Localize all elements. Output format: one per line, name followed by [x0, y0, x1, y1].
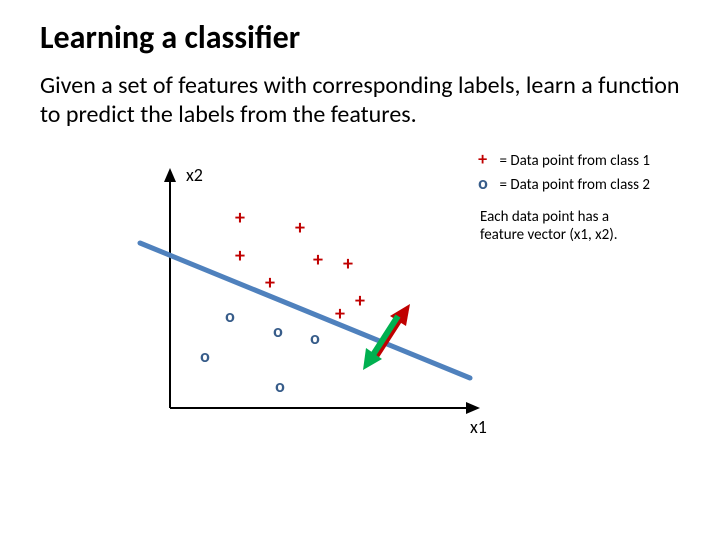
- point-class1: +: [355, 289, 365, 313]
- point-class1: +: [335, 302, 345, 326]
- legend-row-class1: + = Data point from class 1: [478, 148, 650, 170]
- point-class2: o: [310, 327, 320, 349]
- point-class1: +: [235, 244, 245, 268]
- x-axis-label: x1: [470, 416, 487, 438]
- plus-icon: +: [478, 148, 496, 170]
- point-class1: +: [295, 216, 305, 240]
- point-class1: +: [343, 252, 353, 276]
- slide-title: Learning a classifier: [40, 18, 680, 57]
- point-class1: +: [265, 271, 275, 295]
- point-class2: o: [225, 305, 235, 327]
- point-class1: +: [235, 206, 245, 230]
- slide-body: Given a set of features with correspondi…: [40, 71, 680, 130]
- legend-text-class2: = Data point from class 2: [500, 176, 651, 194]
- point-class1: +: [313, 248, 323, 272]
- feature-vector-note: Each data point has a feature vector (x1…: [480, 208, 650, 244]
- point-class2: o: [273, 320, 283, 342]
- legend: + = Data point from class 1 o = Data poi…: [478, 148, 650, 196]
- circle-icon: o: [478, 172, 496, 194]
- chart-area: x2 x1 + = Data point from class 1 o = Da…: [40, 148, 680, 448]
- legend-text-class1: = Data point from class 1: [500, 152, 651, 170]
- point-class2: o: [275, 375, 285, 397]
- y-axis-label: x2: [186, 164, 203, 186]
- point-class2: o: [200, 345, 210, 367]
- legend-row-class2: o = Data point from class 2: [478, 172, 650, 194]
